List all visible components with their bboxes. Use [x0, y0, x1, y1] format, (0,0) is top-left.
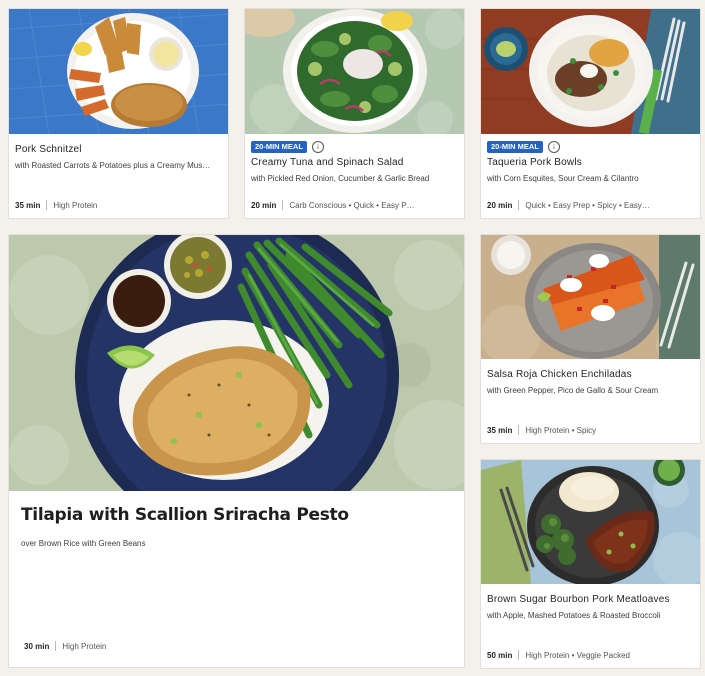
recipe-meta: 35 min High Protein — [15, 200, 222, 210]
recipe-title[interactable]: Tilapia with Scallion Sriracha Pesto — [21, 505, 452, 525]
recipe-subtitle: with Corn Esquites, Sour Cream & Cilantr… — [487, 174, 639, 183]
recipe-card-brown-sugar-bourbon-pork-meatloaves[interactable]: Brown Sugar Bourbon Pork Meatloaves with… — [480, 459, 701, 669]
badge-row: 20-MIN MEAL i — [487, 140, 694, 154]
recipe-subtitle: with Green Pepper, Pico de Gallo & Sour … — [487, 386, 659, 395]
recipe-tags: High Protein • Veggie Packed — [525, 650, 630, 660]
badge-row: 20-MIN MEAL i — [251, 140, 458, 154]
recipe-meta: 20 min Quick • Easy Prep • Spicy • Easy… — [487, 200, 694, 210]
recipe-image — [9, 235, 464, 491]
cook-time: 35 min — [15, 200, 41, 210]
recipe-tags: Quick • Easy Prep • Spicy • Easy… — [525, 200, 650, 210]
recipe-image — [481, 235, 700, 359]
recipe-tags: High Protein — [53, 200, 98, 210]
cook-time: 30 min — [24, 641, 50, 651]
recipe-image — [9, 9, 228, 134]
recipe-subtitle: over Brown Rice with Green Beans — [21, 539, 146, 548]
quick-meal-badge: 20-MIN MEAL — [487, 141, 543, 153]
cook-time: 20 min — [487, 200, 513, 210]
recipe-title[interactable]: Salsa Roja Chicken Enchiladas — [487, 369, 694, 380]
recipe-title[interactable]: Brown Sugar Bourbon Pork Meatloaves — [487, 594, 694, 605]
recipe-card-tilapia-scallion-sriracha-pesto[interactable]: Tilapia with Scallion Sriracha Pesto ove… — [8, 234, 465, 668]
divider — [55, 641, 57, 651]
cook-time: 20 min — [251, 200, 277, 210]
recipe-tags: High Protein — [62, 641, 107, 651]
divider — [518, 425, 520, 435]
cook-time: 50 min — [487, 650, 513, 660]
recipe-tags: High Protein • Spicy — [525, 425, 597, 435]
recipe-card-creamy-tuna-spinach-salad[interactable]: 20-MIN MEAL i Creamy Tuna and Spinach Sa… — [244, 8, 465, 219]
recipe-meta: 20 min Carb Conscious • Quick • Easy P… — [251, 200, 458, 210]
divider — [518, 650, 520, 660]
divider — [518, 200, 520, 210]
quick-meal-badge: 20-MIN MEAL — [251, 141, 307, 153]
recipe-subtitle: with Pickled Red Onion, Cucumber & Garli… — [251, 174, 430, 183]
recipe-meta: 30 min High Protein — [24, 641, 458, 651]
recipe-image — [481, 460, 700, 584]
info-icon[interactable]: i — [311, 141, 324, 153]
recipe-card-salsa-roja-chicken-enchiladas[interactable]: Salsa Roja Chicken Enchiladas with Green… — [480, 234, 701, 444]
recipe-image — [481, 9, 700, 134]
recipe-image — [245, 9, 464, 134]
recipe-title[interactable]: Pork Schnitzel — [15, 144, 222, 155]
info-icon[interactable]: i — [547, 141, 560, 153]
recipe-meta: 35 min High Protein • Spicy — [487, 425, 694, 435]
recipe-title[interactable]: Taqueria Pork Bowls — [487, 157, 694, 168]
divider — [46, 200, 48, 210]
recipe-card-taqueria-pork-bowls[interactable]: 20-MIN MEAL i Taqueria Pork Bowls with C… — [480, 8, 701, 219]
cook-time: 35 min — [487, 425, 513, 435]
recipe-subtitle: with Apple, Mashed Potatoes & Roasted Br… — [487, 611, 661, 620]
recipe-meta: 50 min High Protein • Veggie Packed — [487, 650, 694, 660]
recipe-subtitle: with Roasted Carrots & Potatoes plus a C… — [15, 161, 211, 170]
recipe-tags: Carb Conscious • Quick • Easy P… — [289, 200, 415, 210]
recipe-card-pork-schnitzel[interactable]: Pork Schnitzel with Roasted Carrots & Po… — [8, 8, 229, 219]
divider — [282, 200, 284, 210]
recipe-title[interactable]: Creamy Tuna and Spinach Salad — [251, 157, 458, 168]
